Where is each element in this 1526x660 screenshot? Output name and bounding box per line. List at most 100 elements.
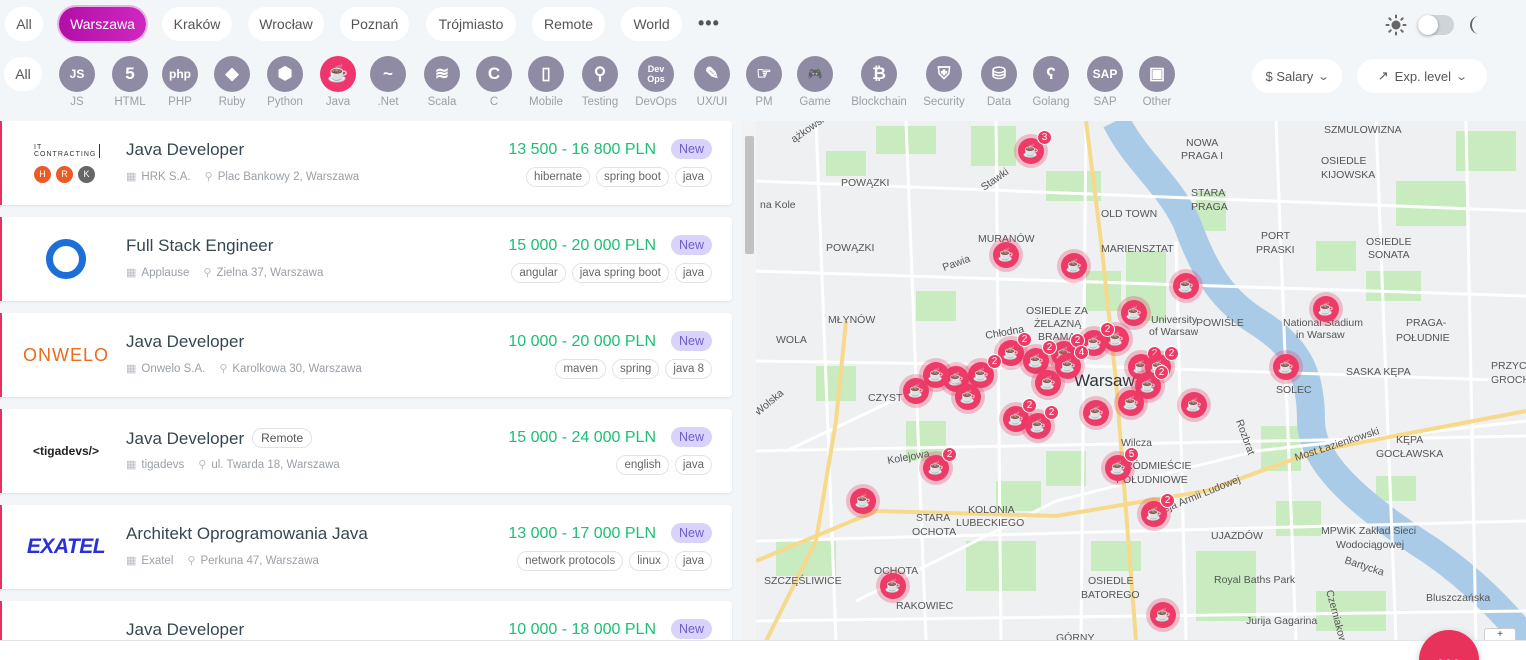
tech-ux-ui-button[interactable]: ✎ UX/UI <box>683 56 741 108</box>
dark-mode-toggle[interactable] <box>1418 15 1454 35</box>
city-krakow-button[interactable]: Kraków <box>162 7 232 41</box>
tech-mobile-button[interactable]: ▯ Mobile <box>517 56 575 108</box>
job-map-marker[interactable]: ☕ <box>1269 350 1303 384</box>
java-cup-icon: ☕ <box>1121 300 1147 326</box>
marker-count-badge: 2 <box>1160 493 1175 508</box>
more-cities-button[interactable]: ••• <box>698 13 720 34</box>
job-meta: ▦ Onwelo S.A. ⚲ Karolkowa 30, Warszawa <box>126 362 362 376</box>
skill-tag: network protocols <box>517 551 624 571</box>
job-offer-card[interactable]: Full Stack Engineer ▦ Applause ⚲ Zielna 37, … <box>0 217 732 301</box>
job-map-marker[interactable]: ☕ <box>1114 386 1148 420</box>
tech-net-button[interactable]: ~ .Net <box>359 56 417 108</box>
job-title: Architekt Oprogramowania Java <box>126 524 368 544</box>
job-map-marker[interactable]: ☕ <box>1057 249 1091 283</box>
tech-js-button[interactable]: JS JS <box>48 56 106 108</box>
tech-pm-button[interactable]: ☞ PM <box>735 56 793 108</box>
city-wroclaw-button[interactable]: Wrocław <box>248 7 324 41</box>
tech-label: UX/UI <box>696 96 728 108</box>
job-map-marker[interactable]: ☕2 <box>1137 493 1175 531</box>
map-place-label: SZCZĘŚLIWICE <box>764 574 842 587</box>
job-title: Java Developer <box>126 140 244 160</box>
map-place-label: SONATA <box>1368 249 1410 261</box>
tech-security-button[interactable]: ⛨ Security <box>915 56 973 108</box>
job-offer-card[interactable]: EXATEL Architekt Oprogramowania Java ▦ Exat… <box>0 505 732 589</box>
map-place-label: OSIEDLE <box>1366 236 1412 248</box>
tech-python-button[interactable]: ⬢ Python <box>256 56 314 108</box>
list-scrollbar-thumb[interactable] <box>745 136 754 254</box>
city-all-button[interactable]: All <box>5 7 43 41</box>
job-map-marker[interactable]: ☕ <box>1177 388 1211 422</box>
exatel-logo: EXATEL <box>26 535 106 558</box>
tech-scala-button[interactable]: ≋ Scala <box>413 56 471 108</box>
job-title: Java Developer <box>126 620 244 640</box>
job-offer-card[interactable]: Java Developer 10 000 - 18 000 PLN New <box>0 601 732 640</box>
tech-sap-button[interactable]: SAP SAP <box>1076 56 1134 108</box>
job-map-marker[interactable]: ☕ <box>1031 366 1065 400</box>
tech-game-button[interactable]: 🎮 Game <box>786 56 844 108</box>
map-zoom-control[interactable]: + <box>1484 628 1516 640</box>
job-map-marker[interactable]: ☕ <box>1146 598 1180 632</box>
job-map-marker[interactable]: ☕2 <box>919 447 957 485</box>
map-place-label: OSIEDLE ZA <box>1026 305 1088 317</box>
salary-filter-dropdown[interactable]: $ Salary ⌄ <box>1252 59 1342 93</box>
map-place-label: LUBECKIEGO <box>956 517 1024 529</box>
tech-testing-button[interactable]: ⚲ Testing <box>571 56 629 108</box>
tech-c-button[interactable]: CC <box>465 56 523 108</box>
tech-devops-button[interactable]: Dev Ops DevOps <box>627 56 685 108</box>
net-icon: ~ <box>370 56 406 92</box>
job-map-marker[interactable]: ☕ <box>989 238 1023 272</box>
job-map-marker[interactable]: ☕ <box>899 374 933 408</box>
job-map-marker[interactable]: ☕ <box>846 484 880 518</box>
job-map-marker[interactable]: ☕ <box>876 569 910 603</box>
offers-map[interactable]: ążkowska NOWA PRAGA I SZMULOWIZNA OSIEDLE KIJ… <box>756 121 1526 640</box>
job-map-marker[interactable]: ☕ <box>1079 396 1113 430</box>
map-place-label: ŻELAZNĄ <box>1034 317 1082 330</box>
map-place-label: Bluszczańska <box>1426 592 1490 604</box>
tech-other-button[interactable]: ▣ Other <box>1128 56 1186 108</box>
devops-icon: Dev Ops <box>638 56 674 92</box>
tech-golang-button[interactable]: ʕ Golang <box>1022 56 1080 108</box>
new-badge: New <box>670 331 712 351</box>
job-map-marker[interactable]: ☕ 3 <box>1014 130 1052 168</box>
trend-icon: ↗ <box>1377 68 1389 83</box>
job-map-marker[interactable]: ☕ <box>1309 292 1343 326</box>
map-place-label: NOWA <box>1186 137 1218 149</box>
salary-filter-label: $ Salary <box>1265 68 1314 84</box>
city-world-button[interactable]: World <box>621 7 682 41</box>
python-icon: ⬢ <box>267 56 303 92</box>
tech-data-button[interactable]: ⛁ Data <box>970 56 1028 108</box>
job-map-marker[interactable]: ☕ <box>1169 269 1203 303</box>
skill-tag: hibernate <box>526 167 590 187</box>
city-trojmiasto-button[interactable]: Trójmiasto <box>426 7 516 41</box>
city-remote-button[interactable]: Remote <box>532 7 605 41</box>
skill-tags: angular java spring boot java <box>511 263 712 283</box>
tech-php-button[interactable]: php PHP <box>151 56 209 108</box>
tech-label: SAP <box>1093 96 1117 108</box>
java-icon: ☕ <box>320 56 356 92</box>
job-title: Java Developer Remote <box>126 428 313 449</box>
technology-filter-row: All JS JS 5 HTML php PHP ◆ Ruby ⬢ Python ☕ Java ~ .Ne… <box>0 52 1526 118</box>
marker-count-badge: 2 <box>1164 346 1179 361</box>
tech-all-button[interactable]: All <box>4 57 42 91</box>
logo-letter: R <box>56 165 73 183</box>
job-offer-card[interactable]: IT CONTRACTING H R K Java Developer ▦ HRK S.A.… <box>0 121 732 205</box>
company-logo: EXATEL <box>18 515 114 579</box>
skill-tag: java <box>674 263 712 283</box>
map-place-label: GOCŁAWSKA <box>1376 448 1443 460</box>
job-location: Perkuna 47, Warszawa <box>200 554 319 567</box>
job-map-marker[interactable]: ☕2 <box>1021 405 1059 443</box>
city-warszawa-button[interactable]: Warszawa <box>59 7 146 41</box>
salary-range: 15 000 - 20 000 PLN <box>508 237 656 254</box>
tigadevs-logo: <tigadevs/> <box>32 444 100 458</box>
job-title-text: Java Developer <box>126 140 245 159</box>
job-offer-card[interactable]: <tigadevs/> Java Developer Remote ▦ tigadevs… <box>0 409 732 493</box>
java-cup-icon: ☕ <box>850 488 876 514</box>
experience-filter-dropdown[interactable]: ↗ Exp. level ⌄ <box>1357 59 1487 93</box>
job-map-marker[interactable]: ☕ <box>951 380 985 414</box>
map-place-label: ążkowska <box>789 121 834 145</box>
job-map-marker[interactable]: ☕ 5 <box>1101 447 1139 485</box>
job-offer-card[interactable]: ONWELO Java Developer ▦ Onwelo S.A. ⚲ Karolko… <box>0 313 732 397</box>
city-poznan-button[interactable]: Poznań <box>340 7 409 41</box>
tech-blockchain-button[interactable]: ₿ Blockchain <box>850 56 908 108</box>
tech-ruby-button[interactable]: ◆ Ruby <box>203 56 261 108</box>
